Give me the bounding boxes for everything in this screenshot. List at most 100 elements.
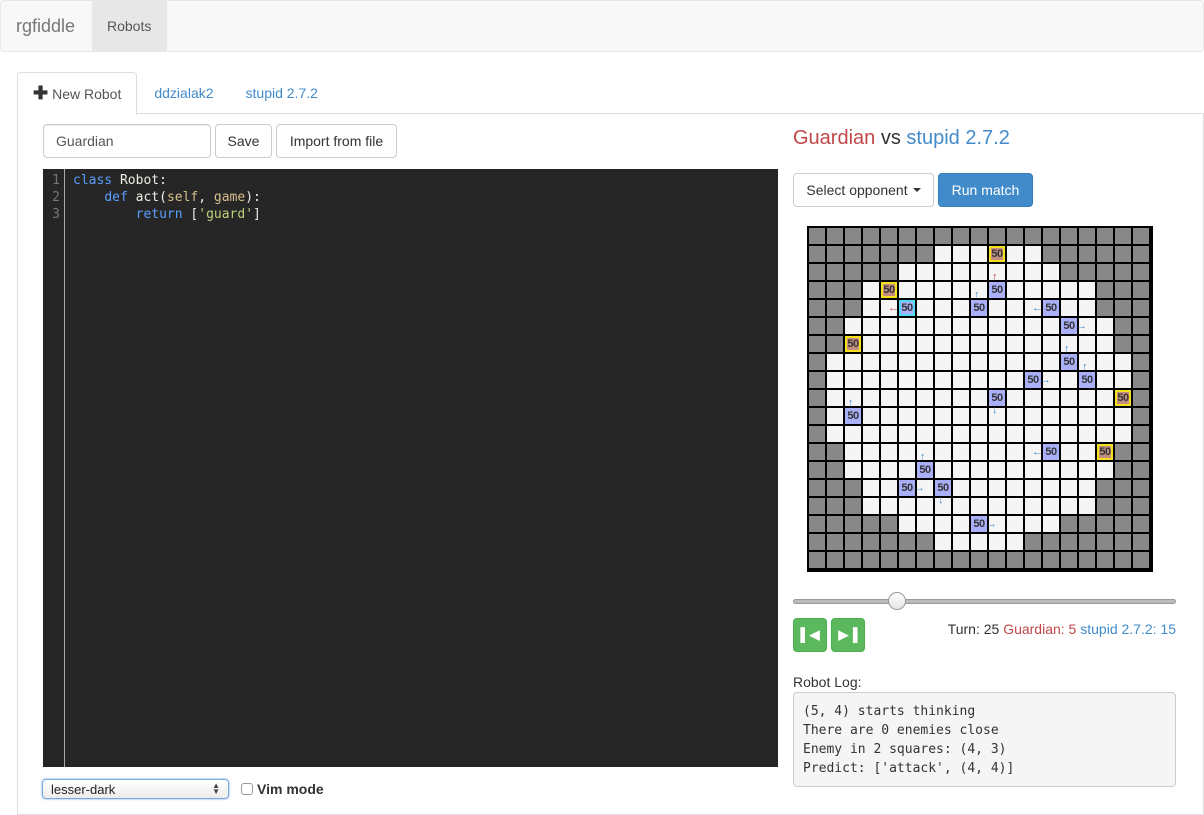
red-robot-cell[interactable]: 50 [845,336,861,352]
floor-cell[interactable] [1061,300,1077,316]
floor-cell[interactable] [1043,264,1059,280]
floor-cell[interactable] [881,480,897,496]
floor-cell[interactable] [881,372,897,388]
floor-cell[interactable] [1025,318,1041,334]
floor-cell[interactable] [935,372,951,388]
blue-robot-cell[interactable]: 50 ↑ [1061,344,1077,370]
floor-cell[interactable] [989,534,1005,550]
blue-robot-cell[interactable]: 50 ↑ [917,452,933,478]
floor-cell[interactable] [1007,480,1023,496]
floor-cell[interactable] [953,354,969,370]
slider-handle[interactable] [887,592,906,610]
floor-cell[interactable] [899,426,915,442]
floor-cell[interactable] [1043,480,1059,496]
floor-cell[interactable] [1007,264,1023,280]
floor-cell[interactable] [1097,462,1113,478]
tab-new-robot[interactable]: ✚ New Robot [17,72,138,115]
floor-cell[interactable] [1025,408,1041,424]
save-button[interactable]: Save [215,124,272,158]
floor-cell[interactable] [953,534,969,550]
blue-robot-cell[interactable]: 50 → [1061,318,1087,334]
nav-item-robots[interactable]: Robots [92,1,167,51]
floor-cell[interactable] [1007,444,1023,460]
floor-cell[interactable] [827,354,843,370]
floor-cell[interactable] [845,372,861,388]
floor-cell[interactable] [1097,390,1113,406]
blue-robot-cell[interactable]: 50 ← [888,300,915,316]
select-opponent-dropdown[interactable]: Select opponent [793,173,934,207]
floor-cell[interactable] [1079,300,1095,316]
floor-cell[interactable] [1007,318,1023,334]
floor-cell[interactable] [899,498,915,514]
brand-link[interactable]: rgfiddle [1,1,92,51]
floor-cell[interactable] [917,426,933,442]
floor-cell[interactable] [881,462,897,478]
floor-cell[interactable] [935,318,951,334]
floor-cell[interactable] [1079,408,1095,424]
floor-cell[interactable] [1043,282,1059,298]
floor-cell[interactable] [989,462,1005,478]
floor-cell[interactable] [953,480,969,496]
floor-cell[interactable] [935,408,951,424]
floor-cell[interactable] [953,282,969,298]
floor-cell[interactable] [971,354,987,370]
floor-cell[interactable] [971,462,987,478]
floor-cell[interactable] [935,354,951,370]
floor-cell[interactable] [971,336,987,352]
floor-cell[interactable] [917,318,933,334]
floor-cell[interactable] [899,462,915,478]
floor-cell[interactable] [971,444,987,460]
import-from-file-button[interactable]: Import from file [276,124,397,158]
floor-cell[interactable] [1061,390,1077,406]
floor-cell[interactable] [1007,246,1023,262]
floor-cell[interactable] [971,408,987,424]
floor-cell[interactable] [1007,390,1023,406]
floor-cell[interactable] [899,282,915,298]
floor-cell[interactable] [1043,426,1059,442]
blue-robot-cell[interactable]: 50 → [1025,372,1051,388]
floor-cell[interactable] [1007,534,1023,550]
floor-cell[interactable] [881,426,897,442]
floor-cell[interactable] [1061,426,1077,442]
floor-cell[interactable] [1025,462,1041,478]
floor-cell[interactable] [899,372,915,388]
blue-robot-cell[interactable]: 50 → [971,516,997,532]
robot-name-input[interactable] [43,124,211,158]
floor-cell[interactable] [935,534,951,550]
red-robot-cell[interactable]: 50 [1115,390,1131,406]
blue-robot-cell[interactable]: 50 ↓ [989,390,1005,416]
blue-robot-cell[interactable]: 50 ↑ [971,290,987,316]
floor-cell[interactable] [1043,318,1059,334]
floor-cell[interactable] [917,498,933,514]
floor-cell[interactable] [881,354,897,370]
floor-cell[interactable] [989,300,1005,316]
floor-cell[interactable] [971,498,987,514]
floor-cell[interactable] [845,444,861,460]
floor-cell[interactable] [1007,354,1023,370]
floor-cell[interactable] [827,372,843,388]
floor-cell[interactable] [935,444,951,460]
floor-cell[interactable] [917,408,933,424]
floor-cell[interactable] [1061,462,1077,478]
floor-cell[interactable] [899,516,915,532]
theme-select[interactable]: lesser-dark ▲ ▼ [42,779,229,799]
blue-robot-cell[interactable]: 50 ↑ [989,272,1005,298]
floor-cell[interactable] [863,408,879,424]
floor-cell[interactable] [1007,300,1023,316]
floor-cell[interactable] [1043,390,1059,406]
floor-cell[interactable] [881,390,897,406]
floor-cell[interactable] [1007,336,1023,352]
floor-cell[interactable] [827,426,843,442]
floor-cell[interactable] [989,444,1005,460]
floor-cell[interactable] [989,354,1005,370]
floor-cell[interactable] [863,462,879,478]
floor-cell[interactable] [899,444,915,460]
floor-cell[interactable] [1061,480,1077,496]
floor-cell[interactable] [917,300,933,316]
floor-cell[interactable] [863,390,879,406]
floor-cell[interactable] [1025,354,1041,370]
floor-cell[interactable] [953,264,969,280]
floor-cell[interactable] [953,246,969,262]
floor-cell[interactable] [1115,408,1131,424]
floor-cell[interactable] [953,444,969,460]
